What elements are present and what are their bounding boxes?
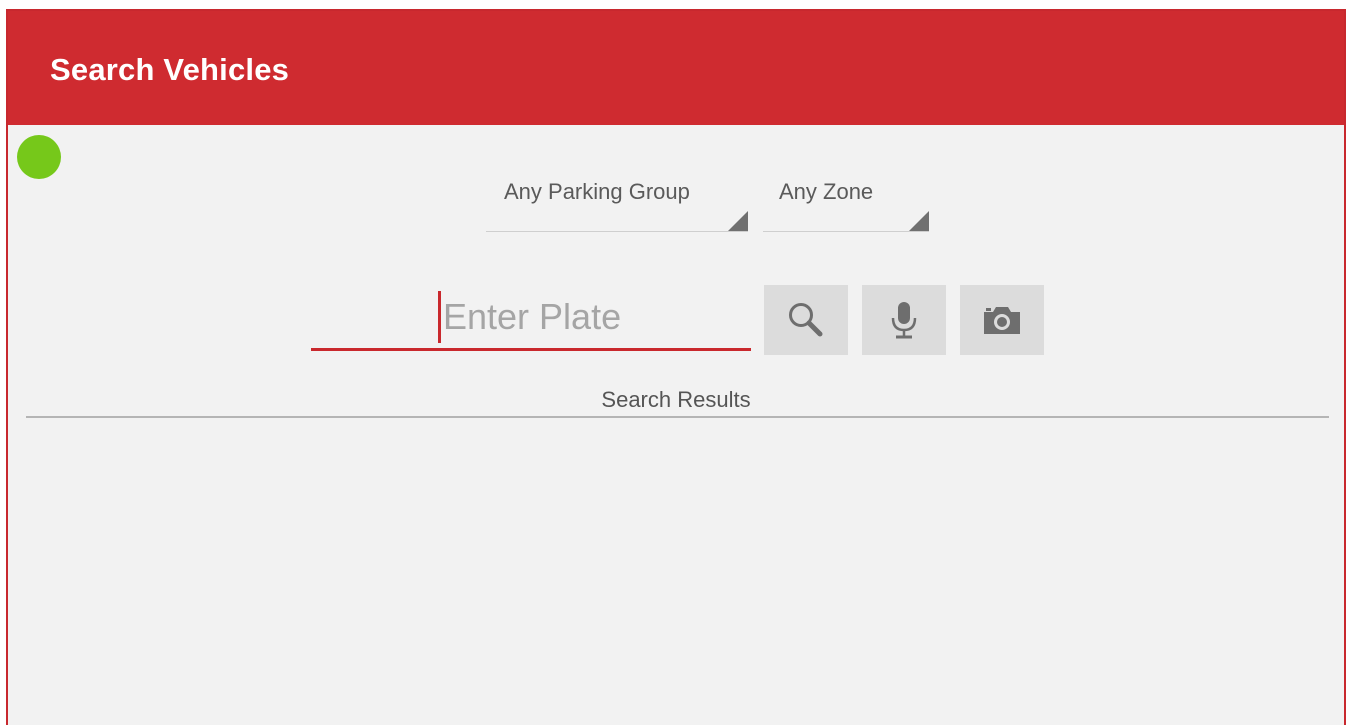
dropdown-arrow-icon [909,211,929,231]
status-indicator [17,135,61,179]
camera-button[interactable] [960,285,1044,355]
search-icon [789,303,823,337]
microphone-icon [891,302,917,339]
plate-field[interactable] [311,288,751,351]
search-button[interactable] [764,285,848,355]
search-results-list [26,421,1329,721]
dropdown-arrow-icon [728,211,748,231]
search-results-heading: Search Results [601,387,751,412]
plate-input[interactable] [440,292,743,342]
parking-group-dropdown[interactable]: Any Parking Group [486,173,748,232]
parking-group-selected: Any Parking Group [504,179,690,204]
voice-button[interactable] [862,285,946,355]
zone-dropdown[interactable]: Any Zone [763,173,929,232]
zone-selected: Any Zone [779,179,874,204]
divider [26,416,1329,418]
app-window: Search Vehicles Any Parking Group Any Zo… [6,9,1346,725]
page-title: Search Vehicles [50,52,290,87]
camera-icon [984,307,1020,334]
app-bar: Search Vehicles [8,11,1344,125]
